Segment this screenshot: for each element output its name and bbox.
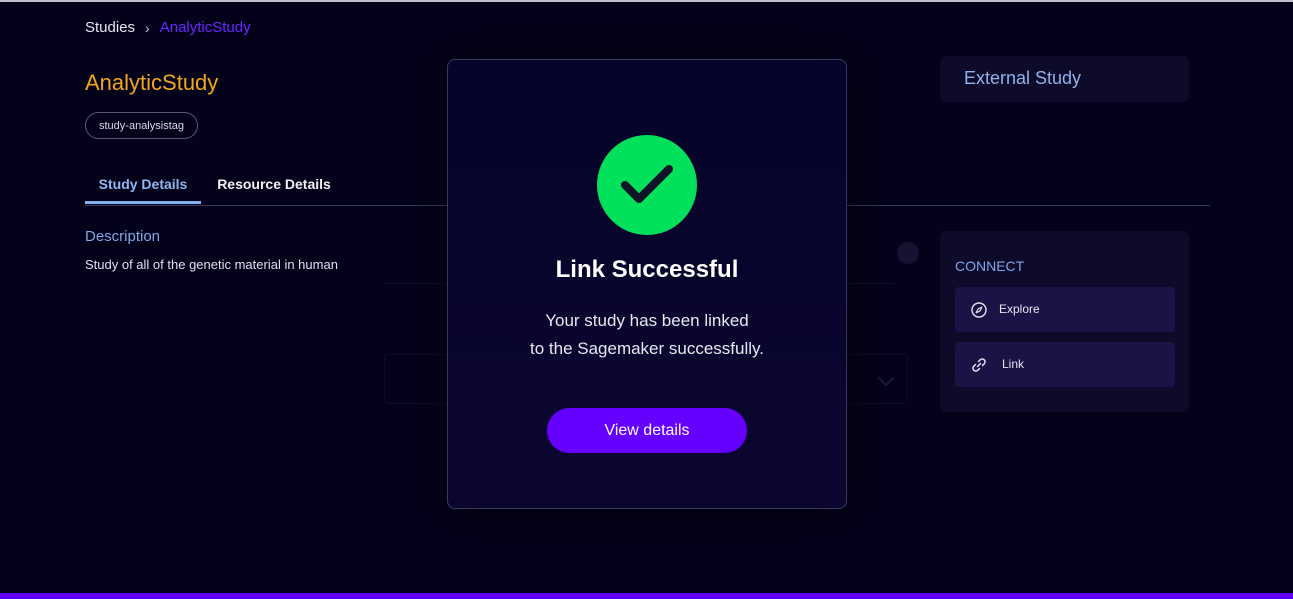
compass-icon: [969, 300, 989, 320]
external-study-card: External Study: [940, 56, 1189, 102]
modal-message-line2: to the Sagemaker successfully.: [529, 339, 764, 358]
modal-message-line1: Your study has been linked: [545, 311, 749, 330]
connect-title: CONNECT: [955, 258, 1025, 274]
tab-study-details[interactable]: Study Details: [85, 164, 201, 204]
study-tag-chip: study-analysistag: [85, 112, 198, 139]
page: Studies › AnalyticStudy AnalyticStudy st…: [0, 0, 1293, 599]
check-circle-icon: [597, 135, 697, 235]
description-text: Study of all of the genetic material in …: [85, 257, 338, 272]
modal-title: Link Successful: [555, 256, 739, 283]
view-details-button[interactable]: View details: [547, 408, 747, 453]
breadcrumb-current: AnalyticStudy: [159, 19, 251, 36]
page-title: AnalyticStudy: [85, 70, 219, 95]
link-button-label: Link: [1002, 357, 1025, 371]
link-icon: [969, 355, 989, 375]
tab-resource-details[interactable]: Resource Details: [209, 164, 339, 204]
link-button[interactable]: Link: [955, 342, 1175, 387]
link-success-modal: Link Successful Your study has been link…: [447, 59, 847, 509]
external-study-title: External Study: [964, 68, 1082, 88]
breadcrumb-studies-link[interactable]: Studies: [85, 19, 135, 36]
connect-card: CONNECT Explore Link: [940, 231, 1189, 412]
explore-button-label: Explore: [999, 302, 1040, 316]
bottom-accent-bar: [0, 593, 1293, 599]
description-label: Description: [85, 228, 161, 245]
breadcrumb: Studies › AnalyticStudy: [85, 19, 251, 36]
background-close-icon: [897, 242, 919, 264]
top-divider: [0, 0, 1293, 2]
explore-button[interactable]: Explore: [955, 287, 1175, 332]
chevron-right-icon: ›: [145, 19, 150, 36]
